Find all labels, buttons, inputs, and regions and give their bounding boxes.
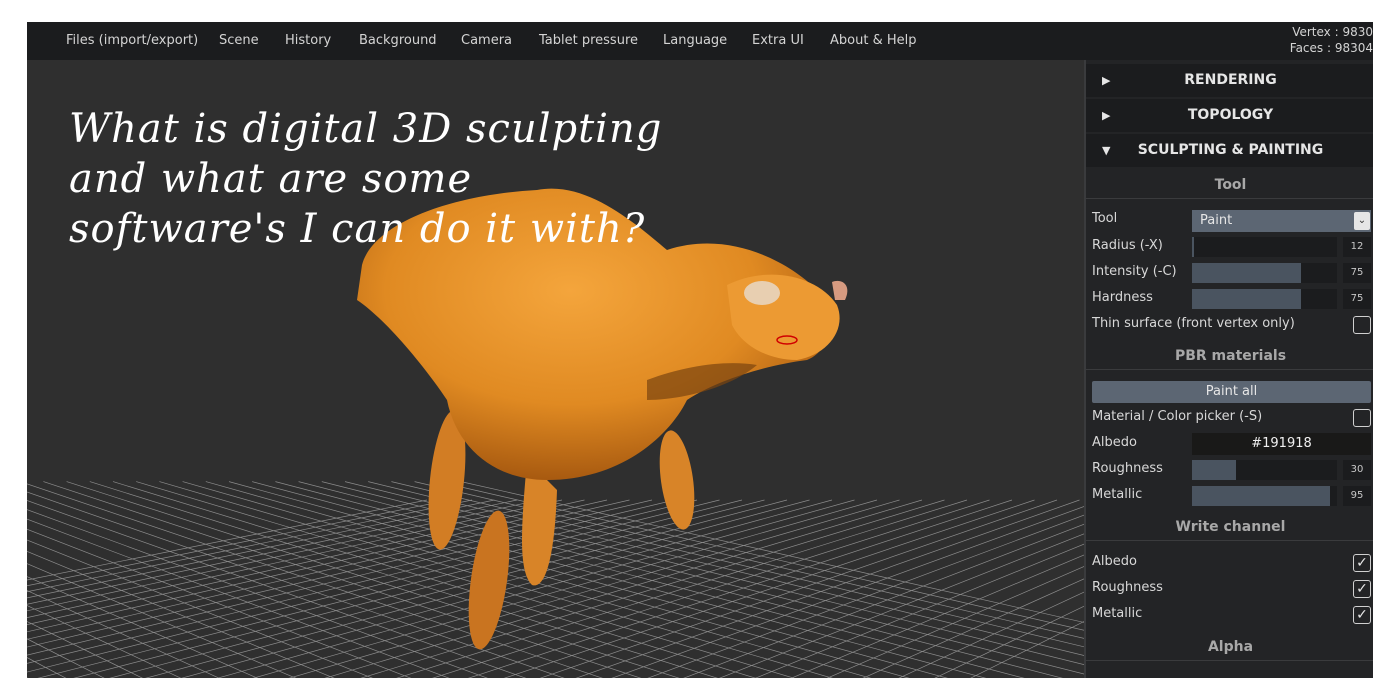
chevron-down-icon: ⌄ bbox=[1354, 212, 1370, 230]
albedo-color-field[interactable]: #191918 bbox=[1192, 433, 1371, 455]
color-picker-label: Material / Color picker (-S) bbox=[1092, 409, 1263, 424]
roughness-value[interactable]: 30 bbox=[1343, 460, 1371, 480]
triangle-down-icon: ▼ bbox=[1102, 144, 1111, 157]
metallic-slider[interactable] bbox=[1192, 486, 1337, 506]
overlay-question-text: What is digital 3D sculpting and what ar… bbox=[69, 106, 663, 252]
section-sculpting-painting[interactable]: ▼ SCULPTING & PAINTING bbox=[1086, 134, 1373, 167]
write-roughness-checkbox[interactable]: ✓ bbox=[1353, 580, 1371, 598]
metallic-value[interactable]: 95 bbox=[1343, 486, 1371, 506]
triangle-right-icon: ▶ bbox=[1102, 109, 1111, 122]
section-topology-label: TOPOLOGY bbox=[1187, 107, 1274, 123]
tool-label: Tool bbox=[1092, 211, 1118, 226]
3d-viewport[interactable]: What is digital 3D sculpting and what ar… bbox=[27, 60, 1084, 678]
radius-slider-fill bbox=[1192, 237, 1194, 257]
intensity-label: Intensity (-C) bbox=[1092, 264, 1177, 279]
menu-scene[interactable]: Scene bbox=[219, 22, 259, 60]
tool-select-value: Paint bbox=[1200, 213, 1233, 228]
intensity-slider[interactable] bbox=[1192, 263, 1337, 283]
hardness-slider-fill bbox=[1192, 289, 1301, 309]
face-count: Faces : 98304 bbox=[1289, 41, 1373, 55]
write-roughness-label: Roughness bbox=[1092, 580, 1163, 595]
menu-tablet-pressure[interactable]: Tablet pressure bbox=[539, 22, 638, 60]
group-title-pbr: PBR materials bbox=[1086, 343, 1373, 370]
metallic-label: Metallic bbox=[1092, 487, 1143, 502]
mesh-stats: Vertex : 9830 Faces : 98304 bbox=[1263, 22, 1373, 62]
radius-value[interactable]: 12 bbox=[1343, 237, 1371, 257]
paint-all-button[interactable]: Paint all bbox=[1092, 381, 1371, 403]
sculptgl-app: Files (import/export) Scene History Back… bbox=[27, 22, 1373, 678]
write-metallic-label: Metallic bbox=[1092, 606, 1143, 621]
menu-files[interactable]: Files (import/export) bbox=[66, 22, 198, 60]
vertex-count: Vertex : 9830 bbox=[1292, 25, 1373, 39]
roughness-slider[interactable] bbox=[1192, 460, 1337, 480]
write-albedo-label: Albedo bbox=[1092, 554, 1137, 569]
section-rendering[interactable]: ▶ RENDERING bbox=[1086, 64, 1373, 97]
thin-surface-label: Thin surface (front vertex only) bbox=[1092, 316, 1295, 331]
color-picker-checkbox[interactable] bbox=[1353, 409, 1371, 427]
write-albedo-checkbox[interactable]: ✓ bbox=[1353, 554, 1371, 572]
triangle-right-icon: ▶ bbox=[1102, 74, 1111, 87]
menu-camera[interactable]: Camera bbox=[461, 22, 512, 60]
section-sculpting-label: SCULPTING & PAINTING bbox=[1137, 142, 1324, 158]
intensity-value[interactable]: 75 bbox=[1343, 263, 1371, 283]
menu-background[interactable]: Background bbox=[359, 22, 437, 60]
group-title-tool: Tool bbox=[1086, 172, 1373, 199]
radius-label: Radius (-X) bbox=[1092, 238, 1163, 253]
menu-extra-ui[interactable]: Extra UI bbox=[752, 22, 804, 60]
hardness-label: Hardness bbox=[1092, 290, 1153, 305]
menu-bar: Files (import/export) Scene History Back… bbox=[27, 22, 1373, 60]
menu-language[interactable]: Language bbox=[663, 22, 727, 60]
hardness-value[interactable]: 75 bbox=[1343, 289, 1371, 309]
thin-surface-checkbox[interactable] bbox=[1353, 316, 1371, 334]
menu-history[interactable]: History bbox=[285, 22, 331, 60]
section-rendering-label: RENDERING bbox=[1184, 72, 1277, 88]
menu-about-help[interactable]: About & Help bbox=[830, 22, 916, 60]
sculpted-model[interactable] bbox=[357, 188, 848, 652]
hardness-slider[interactable] bbox=[1192, 289, 1337, 309]
metallic-slider-fill bbox=[1192, 486, 1330, 506]
side-panel: ▶ RENDERING ▶ TOPOLOGY ▼ SCULPTING & PAI… bbox=[1084, 60, 1373, 678]
group-title-write-channel: Write channel bbox=[1086, 514, 1373, 541]
albedo-label: Albedo bbox=[1092, 435, 1137, 450]
radius-slider[interactable] bbox=[1192, 237, 1337, 257]
tool-select[interactable]: Paint ⌄ bbox=[1192, 210, 1371, 232]
write-metallic-checkbox[interactable]: ✓ bbox=[1353, 606, 1371, 624]
section-topology[interactable]: ▶ TOPOLOGY bbox=[1086, 99, 1373, 132]
intensity-slider-fill bbox=[1192, 263, 1301, 283]
roughness-label: Roughness bbox=[1092, 461, 1163, 476]
group-title-alpha: Alpha bbox=[1086, 634, 1373, 661]
roughness-slider-fill bbox=[1192, 460, 1236, 480]
